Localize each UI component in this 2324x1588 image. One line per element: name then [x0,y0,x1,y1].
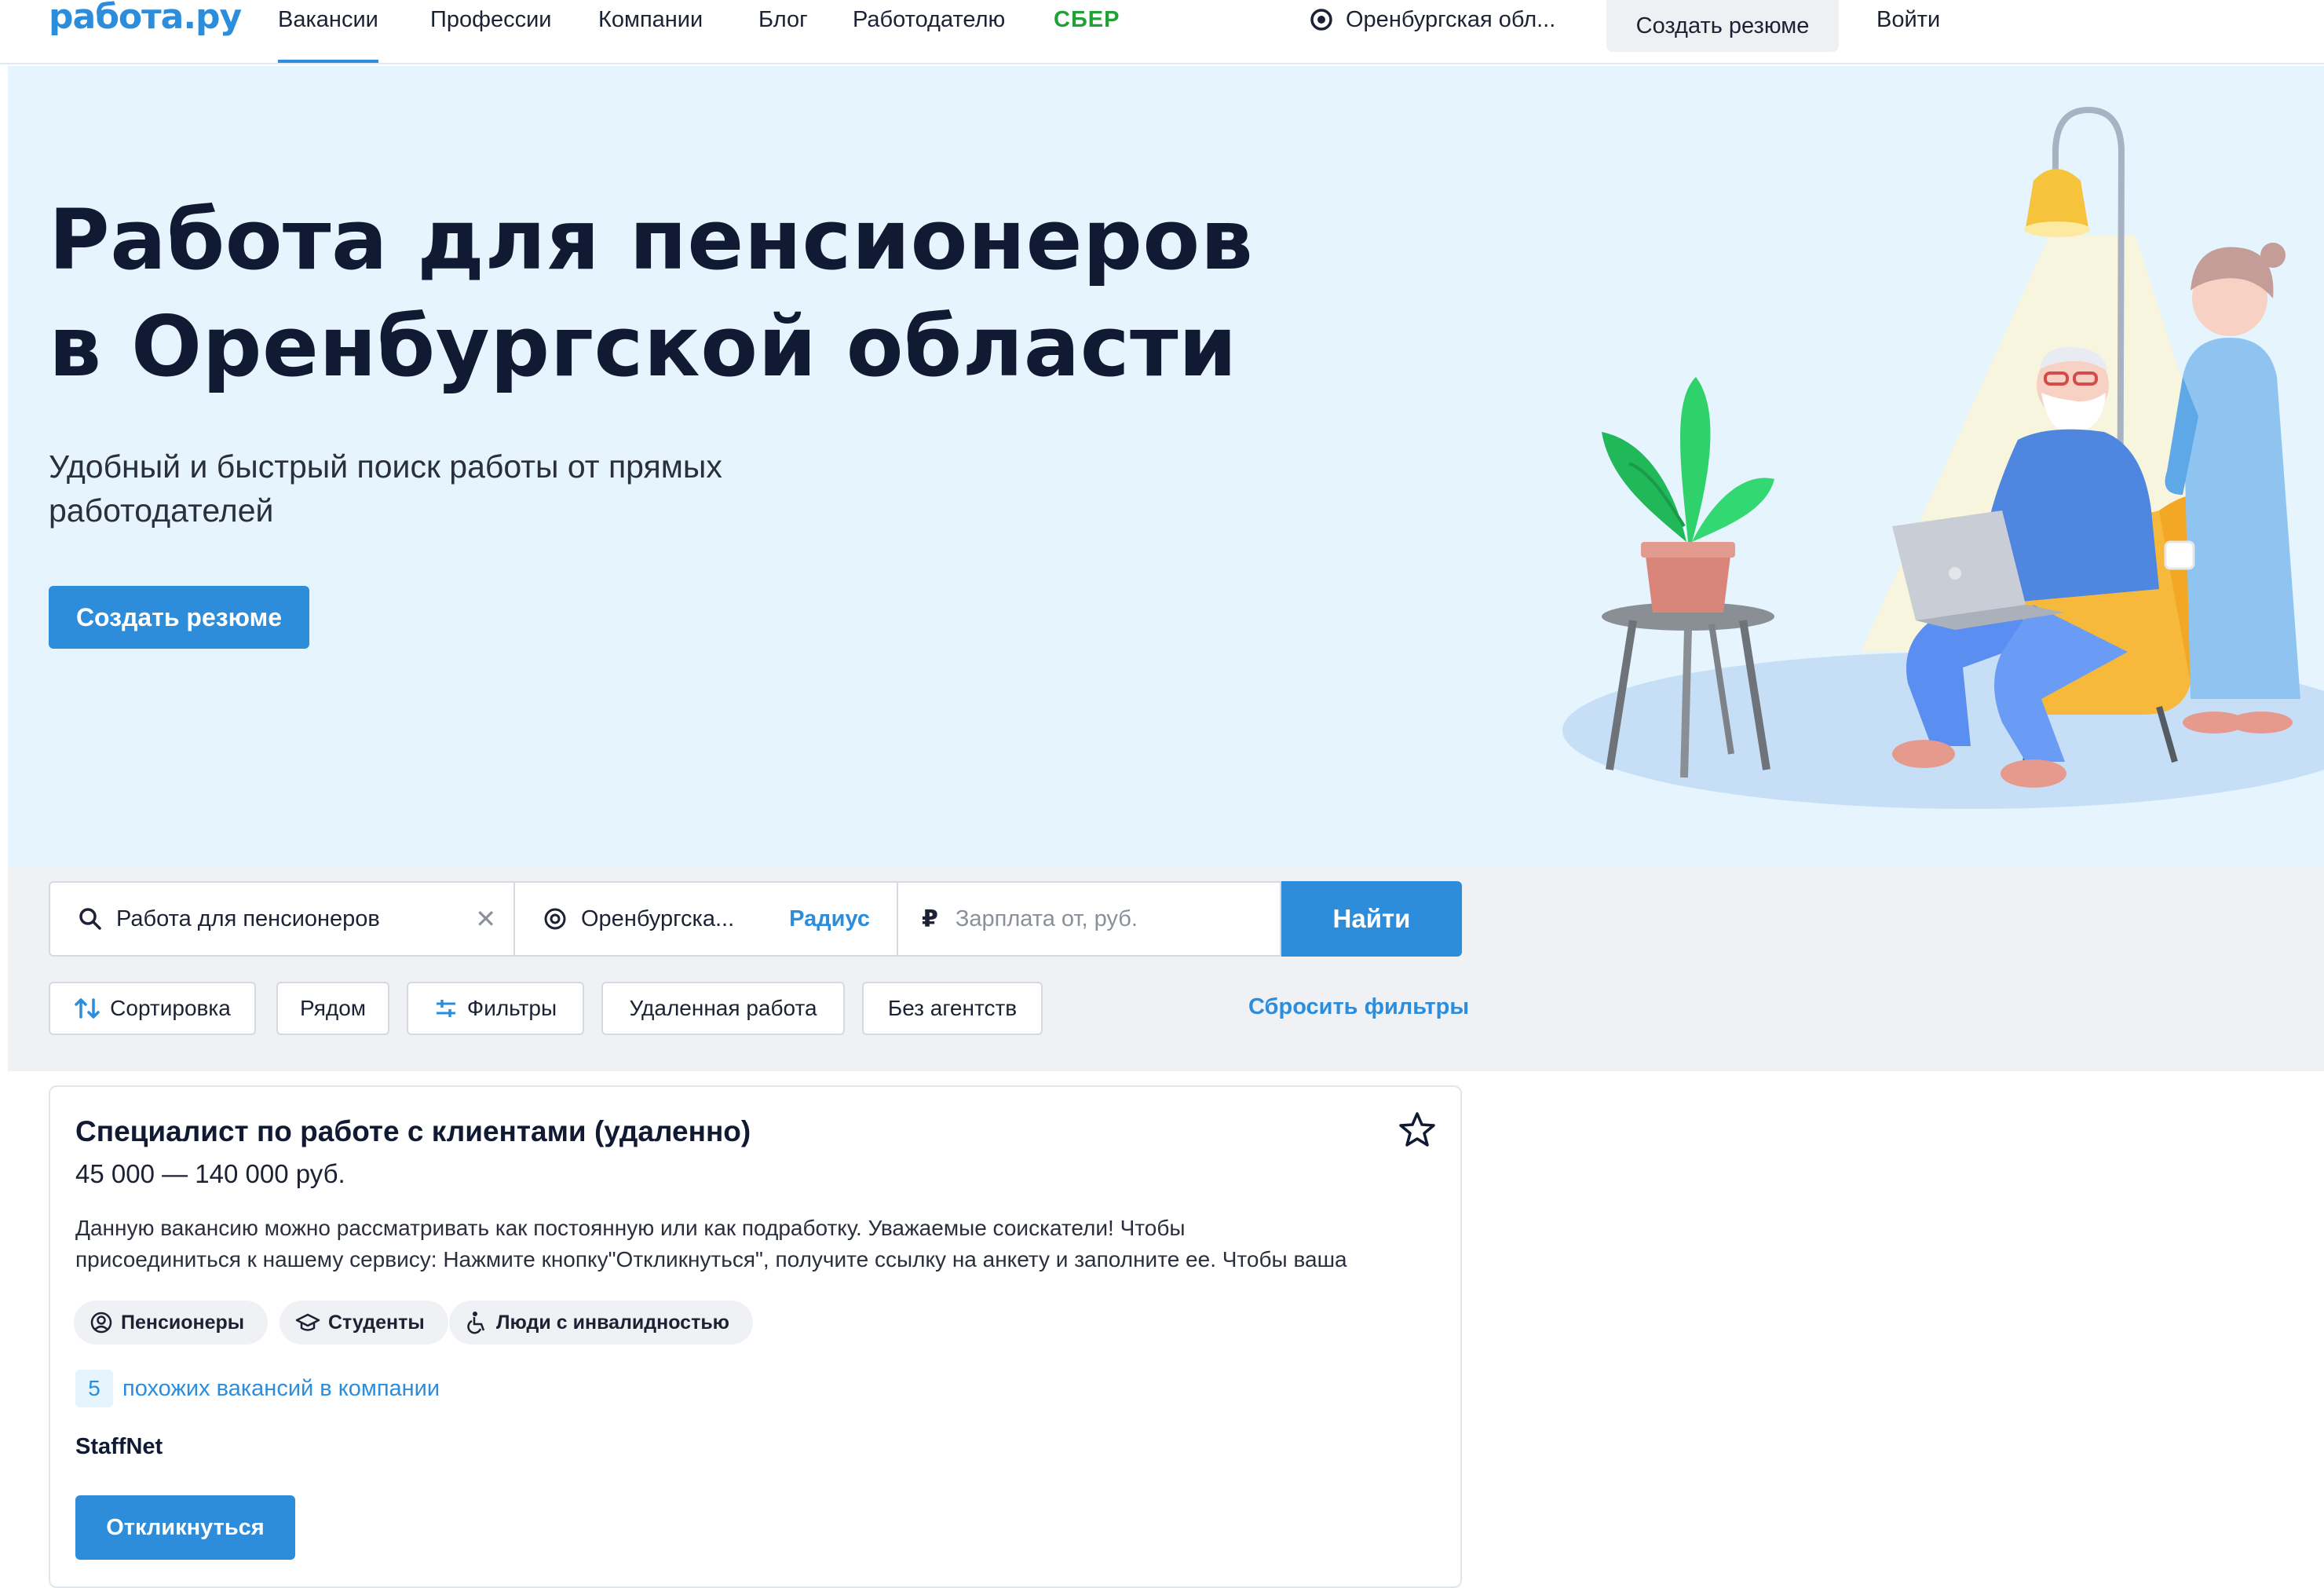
sort-label: Сортировка [110,996,231,1020]
nav-companies[interactable]: Компании [598,6,703,33]
sort-icon [75,998,100,1019]
salary-field[interactable]: ₽ Зарплата от, руб. [900,883,1281,955]
tag-pensioners-label: Пенсионеры [121,1311,245,1334]
page-title-line-1: Работа для пенсионеров [49,192,1254,288]
favorite-star-icon[interactable] [1398,1111,1437,1150]
location-value: Оренбургска... [581,906,735,931]
sort-chip[interactable]: Сортировка [49,982,256,1035]
nearby-label: Рядом [299,996,367,1020]
vacancy-description: Данную вакансию можно рассматривать как … [75,1213,1442,1275]
graduation-cap-icon [295,1313,320,1331]
vacancy-salary: 45 000 — 140 000 руб. [75,1159,345,1188]
company-name[interactable]: StaffNet [75,1434,163,1460]
site-logo[interactable]: работа.ру [49,0,242,39]
query-value: Работа для пенсионеров [116,906,380,931]
filters-label: Фильтры [466,996,557,1020]
remote-work-chip[interactable]: Удаленная работа [601,982,845,1035]
create-resume-header-button[interactable]: Создать резюме [1606,0,1839,52]
filters-chip[interactable]: Фильтры [407,982,584,1035]
clear-query-icon[interactable]: ✕ [475,904,496,934]
tag-pensioners: Пенсионеры [74,1301,269,1345]
create-resume-hero-button[interactable]: Создать резюме [49,586,309,649]
no-agencies-label: Без агентств [887,996,1018,1020]
ruble-icon: ₽ [922,906,938,932]
region-label: Оренбургская обл... [1346,7,1556,32]
top-navigation: работа.ру Вакансии Профессии Компании Бл… [0,0,2324,64]
filters-icon [436,1000,455,1017]
apply-button[interactable]: Откликнуться [75,1495,295,1560]
query-field[interactable]: Работа для пенсионеров ✕ [50,883,515,955]
similar-count-badge: 5 [75,1370,113,1407]
user-circle-icon [90,1312,112,1334]
nav-employer[interactable]: Работодателю [853,6,1005,33]
find-button[interactable]: Найти [1281,881,1462,957]
location-pin-icon [544,908,566,930]
nav-blog[interactable]: Блог [758,6,808,33]
salary-placeholder: Зарплата от, руб. [955,906,1138,931]
location-field[interactable]: Оренбургска... Радиус [517,883,898,955]
reset-filters-link[interactable]: Сбросить фильтры [1248,994,1469,1020]
nav-sber[interactable]: СБЕР [1054,6,1120,33]
region-selector[interactable]: Оренбургская обл... [1310,6,1555,33]
tag-students-label: Студенты [328,1311,425,1334]
no-agencies-chip[interactable]: Без агентств [862,982,1043,1035]
nearby-chip[interactable]: Рядом [276,982,389,1035]
nav-vacancies[interactable]: Вакансии [278,6,378,63]
nav-professions[interactable]: Профессии [430,6,552,33]
similar-vacancies-label: похожих вакансий в компании [122,1375,440,1401]
similar-vacancies-link[interactable]: 5 похожих вакансий в компании [75,1370,440,1407]
page-title: Работа для пенсионеров в Оренбургской об… [49,187,1383,401]
tag-disabilities: Люди с инвалидностью [449,1301,754,1345]
search-bar: Работа для пенсионеров ✕ Оренбургска... … [49,881,1281,957]
page-title-line-2: в Оренбургской области [49,298,1237,395]
location-pin-icon [1310,9,1332,31]
vacancy-card[interactable]: Специалист по работе с клиентами (удален… [49,1085,1462,1588]
tag-disabilities-label: Люди с инвалидностью [496,1311,730,1334]
radius-link[interactable]: Радиус [789,906,870,932]
hero-subtitle: Удобный и быстрый поиск работы от прямых… [49,448,722,529]
search-icon [79,908,101,930]
pensioners-illustration [1562,106,2324,809]
remote-work-label: Удаленная работа [629,996,817,1020]
tag-students: Студенты [280,1301,448,1345]
vacancy-title[interactable]: Специалист по работе с клиентами (удален… [75,1115,751,1148]
login-button[interactable]: Войти [1876,6,1940,33]
wheelchair-icon [467,1312,485,1334]
description-line-1: Данную вакансию можно рассматривать как … [75,1216,1186,1240]
description-line-2: присоединиться к нашему сервису: Нажмите… [75,1247,1347,1271]
